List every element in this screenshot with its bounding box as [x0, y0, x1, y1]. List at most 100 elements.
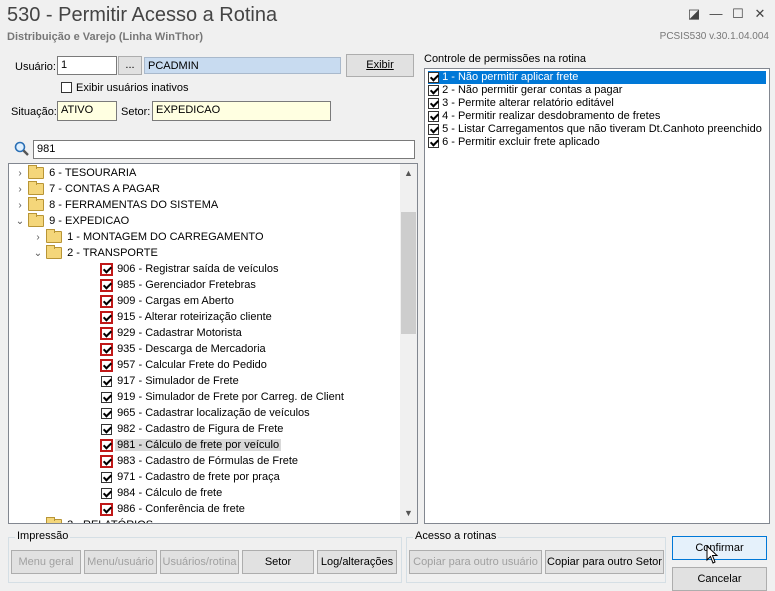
tree-row-label: 909 - Cargas em Aberto	[117, 295, 234, 307]
tree-row[interactable]: ⌄ 2 - TRANSPORTE	[33, 245, 160, 261]
tree-row[interactable]: ⌄ 9 - EXPEDICAO	[15, 213, 131, 229]
chevron-down-icon[interactable]: ⌄	[15, 214, 25, 230]
tree-row[interactable]: 919 - Simulador de Frete por Carreg. de …	[51, 389, 346, 405]
tree-scrollbar[interactable]: ▲ ▼	[400, 164, 417, 523]
tree-row-label: 957 - Calcular Frete do Pedido	[117, 359, 267, 371]
tree-row-label: 984 - Cálculo de frete	[117, 487, 223, 499]
permission-row[interactable]: 1 - Não permitir aplicar frete	[428, 71, 766, 84]
routine-checkbox[interactable]	[101, 311, 112, 323]
permission-checkbox[interactable]	[428, 84, 439, 96]
routine-checkbox[interactable]	[101, 279, 112, 291]
tree-row[interactable]: 917 - Simulador de Frete	[51, 373, 241, 389]
copiar-usuario-button[interactable]: Copiar para outro usuário	[409, 550, 542, 574]
tree-row[interactable]: 906 - Registrar saída de veículos	[51, 261, 280, 277]
tree-row[interactable]: 981 - Cálculo de frete por veículo	[51, 437, 282, 453]
scroll-up-icon[interactable]: ▲	[404, 168, 413, 178]
permission-checkbox[interactable]	[428, 136, 439, 148]
tree-row[interactable]: › 6 - TESOURARIA	[15, 165, 138, 181]
chevron-down-icon[interactable]: ⌄	[33, 246, 43, 262]
routine-tree[interactable]: › 6 - TESOURARIA › 7 - CONTAS A PAGAR › 8 …	[8, 163, 418, 524]
permission-row[interactable]: 2 - Não permitir gerar contas a pagar	[428, 84, 622, 97]
folder-icon	[28, 213, 45, 228]
tree-row[interactable]: 985 - Gerenciador Fretebras	[51, 277, 258, 293]
routine-checkbox[interactable]	[101, 343, 112, 355]
maximize-icon[interactable]: ☐	[728, 5, 748, 23]
search-input[interactable]: 981	[33, 140, 415, 159]
routine-checkbox[interactable]	[101, 439, 112, 451]
minimize-icon[interactable]: —	[706, 5, 726, 23]
folder-icon	[28, 181, 45, 196]
usuarios-rotina-button[interactable]: Usuários/rotina	[160, 550, 239, 574]
permission-row[interactable]: 4 - Permitir realizar desdobramento de f…	[428, 110, 660, 123]
chevron-right-icon[interactable]: ›	[15, 166, 25, 182]
log-alteracoes-button[interactable]: Log/alterações	[317, 550, 397, 574]
routine-checkbox[interactable]	[101, 423, 112, 435]
folder-icon	[46, 229, 63, 244]
routine-checkbox[interactable]	[101, 391, 112, 403]
chevron-right-icon[interactable]: ›	[33, 518, 43, 523]
user-name-field: PCADMIN	[144, 57, 341, 74]
cancelar-button[interactable]: Cancelar	[672, 567, 767, 591]
tree-row[interactable]: 965 - Cadastrar localização de veículos	[51, 405, 312, 421]
tree-row[interactable]: › 3 - RELATÓRIOS	[33, 517, 155, 523]
scroll-down-icon[interactable]: ▼	[404, 508, 413, 518]
routine-checkbox[interactable]	[101, 487, 112, 499]
setor-label: Setor:	[121, 106, 151, 118]
usuario-input[interactable]: 1	[57, 56, 117, 75]
permissions-list[interactable]: 1 - Não permitir aplicar frete 2 - Não p…	[424, 68, 770, 524]
permission-label: 4 - Permitir realizar desdobramento de f…	[442, 110, 661, 122]
routine-checkbox[interactable]	[101, 407, 112, 419]
situacao-field: ATIVO	[57, 101, 117, 121]
tree-row[interactable]: 935 - Descarga de Mercadoria	[51, 341, 268, 357]
tree-row[interactable]: 986 - Conferência de frete	[51, 501, 247, 517]
tree-row-label: 915 - Alterar roteirização cliente	[117, 311, 272, 323]
routine-checkbox[interactable]	[101, 455, 112, 467]
tree-row[interactable]: 971 - Cadastro de frete por praça	[51, 469, 282, 485]
permission-checkbox[interactable]	[428, 97, 439, 109]
tree-row[interactable]: › 7 - CONTAS A PAGAR	[15, 181, 162, 197]
routine-checkbox[interactable]	[101, 471, 112, 483]
tree-row[interactable]: 915 - Alterar roteirização cliente	[51, 309, 274, 325]
menu-usuario-button[interactable]: Menu/usuário	[84, 550, 157, 574]
usuario-label: Usuário:	[15, 61, 56, 73]
routine-checkbox[interactable]	[101, 327, 112, 339]
permission-label: 6 - Permitir excluir frete aplicado	[442, 136, 600, 148]
chevron-right-icon[interactable]: ›	[15, 198, 25, 214]
copiar-setor-button[interactable]: Copiar para outro Setor	[545, 550, 664, 574]
tree-row[interactable]: 984 - Cálculo de frete	[51, 485, 224, 501]
scroll-thumb[interactable]	[401, 212, 416, 334]
tree-row[interactable]: 983 - Cadastro de Fórmulas de Frete	[51, 453, 300, 469]
restore-icon[interactable]: ◪	[684, 5, 704, 23]
routine-checkbox[interactable]	[101, 263, 112, 275]
permission-checkbox[interactable]	[428, 123, 439, 135]
permission-row[interactable]: 5 - Listar Carregamentos que não tiveram…	[428, 123, 762, 136]
lookup-button[interactable]: ...	[118, 56, 142, 75]
tree-row[interactable]: 929 - Cadastrar Motorista	[51, 325, 244, 341]
exibir-label: Exibir	[366, 59, 394, 71]
setor-button[interactable]: Setor	[242, 550, 314, 574]
tree-row[interactable]: › 1 - MONTAGEM DO CARREGAMENTO	[33, 229, 266, 245]
mouse-cursor	[706, 544, 720, 568]
permission-checkbox[interactable]	[428, 71, 439, 83]
routine-checkbox[interactable]	[101, 375, 112, 387]
inactive-checkbox[interactable]	[61, 82, 72, 96]
tree-row[interactable]: › 8 - FERRAMENTAS DO SISTEMA	[15, 197, 220, 213]
tree-row[interactable]: 982 - Cadastro de Figura de Frete	[51, 421, 285, 437]
permission-row[interactable]: 3 - Permite alterar relatório editável	[428, 97, 614, 110]
tree-row-label: 2 - TRANSPORTE	[67, 247, 158, 259]
permission-checkbox[interactable]	[428, 110, 439, 122]
menu-geral-button[interactable]: Menu geral	[11, 550, 81, 574]
close-icon[interactable]: ✕	[750, 5, 770, 23]
chevron-right-icon[interactable]: ›	[33, 230, 43, 246]
exibir-button[interactable]: Exibir	[346, 54, 414, 77]
folder-icon	[46, 517, 63, 523]
folder-icon	[28, 165, 45, 180]
routine-checkbox[interactable]	[101, 503, 112, 515]
inactive-checkbox-box[interactable]	[61, 82, 72, 93]
permission-row[interactable]: 6 - Permitir excluir frete aplicado	[428, 136, 600, 149]
tree-row[interactable]: 909 - Cargas em Aberto	[51, 293, 236, 309]
routine-checkbox[interactable]	[101, 295, 112, 307]
tree-row[interactable]: 957 - Calcular Frete do Pedido	[51, 357, 269, 373]
routine-checkbox[interactable]	[101, 359, 112, 371]
chevron-right-icon[interactable]: ›	[15, 182, 25, 198]
